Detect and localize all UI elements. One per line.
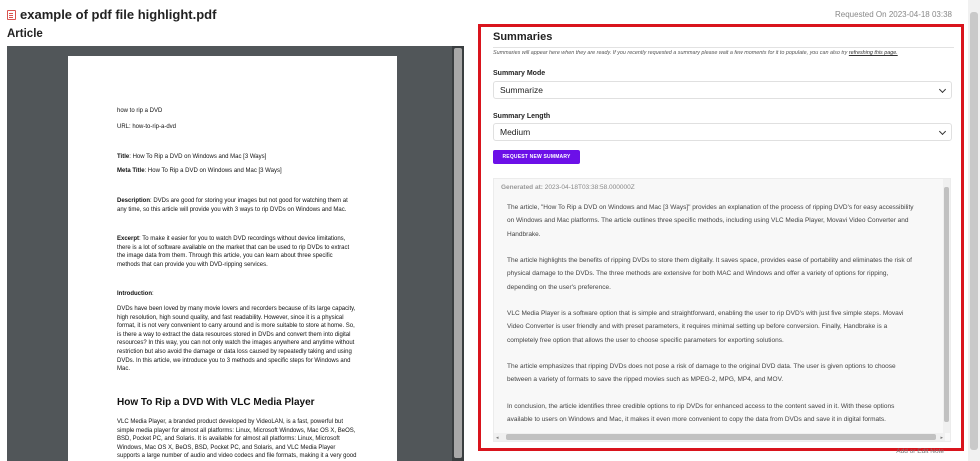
page-scrollbar-thumb[interactable] — [970, 12, 978, 450]
pdf-intro-line: Mac. — [117, 366, 131, 373]
request-new-summary-button[interactable]: REQUEST NEW SUMMARY — [493, 150, 580, 164]
summary-length-value: Medium — [500, 127, 531, 137]
pdf-excerpt-line: there is a lot of software available on … — [117, 244, 350, 251]
pdf-excerpt-line: Excerpt: To make it easier for you to wa… — [117, 236, 346, 242]
summaries-panel: Summaries Summaries will appear here whe… — [478, 24, 964, 451]
pdf-intro-line: is there a way to extract the data resou… — [117, 331, 351, 338]
refresh-page-link[interactable]: refreshing this page. — [849, 50, 898, 56]
pdf-intro-line: high resolution, high sound quality, and… — [117, 314, 344, 321]
pdf-text-line: URL: how-to-rip-a-dvd — [117, 124, 177, 130]
pdf-scrollbar-thumb[interactable] — [454, 48, 462, 458]
summaries-title: Summaries — [493, 31, 553, 43]
summary-length-label: Summary Length — [493, 113, 551, 120]
pdf-description-line: Description: DVDs are good for storing y… — [117, 198, 348, 204]
page-scrollbar[interactable] — [968, 0, 980, 461]
pdf-intro-line: format, it is not very convenient to car… — [117, 323, 355, 330]
pdf-scrollbar[interactable] — [452, 46, 464, 461]
pdf-page: how to rip a DVD URL: how-to-rip-a-dvd T… — [68, 56, 397, 461]
pdf-section-heading: How To Rip a DVD With VLC Media Player — [117, 397, 315, 408]
pdf-section-line: VLC Media Player, a branded product deve… — [117, 419, 344, 425]
generated-at: Generated at: 2023-04-18T03:38:58.000000… — [501, 184, 635, 191]
scroll-right-arrow-icon[interactable]: ▸ — [940, 435, 943, 441]
summary-mode-label: Summary Mode — [493, 70, 546, 77]
summary-paragraph: VLC Media Player is a software option th… — [507, 310, 904, 344]
summary-length-select[interactable]: Medium — [493, 123, 952, 141]
summary-content[interactable]: Generated at: 2023-04-18T03:38:58.000000… — [493, 178, 951, 442]
scroll-left-arrow-icon[interactable]: ◂ — [496, 435, 499, 441]
pdf-text-line: how to rip a DVD — [117, 108, 163, 114]
summary-paragraph: In conclusion, the article identifies th… — [507, 403, 895, 424]
pdf-intro-line: resources? In this way, you can not only… — [117, 340, 355, 347]
summary-horizontal-scrollbar-thumb[interactable] — [506, 434, 936, 440]
pdf-title-line: Title: How To Rip a DVD on Windows and M… — [117, 154, 267, 160]
pdf-intro-line: DVDs. In this article, we introduce you … — [117, 357, 351, 364]
summary-vertical-scrollbar-thumb[interactable] — [944, 187, 949, 422]
summaries-notice: Summaries will appear here when they are… — [493, 50, 898, 56]
pdf-meta-title-line: Meta Title: How To Rip a DVD on Windows … — [117, 168, 282, 174]
summary-paragraph: The article emphasizes that ripping DVDs… — [507, 363, 896, 384]
pdf-section-line: Windows, Mac OS X, BeOS, BSD, Pocket PC,… — [117, 444, 336, 451]
pdf-section-line: simple media player for almost all platf… — [117, 427, 356, 434]
pdf-excerpt-line: the image data from them. Through this a… — [117, 253, 333, 260]
pdf-description-line: any time, so this article will provide y… — [117, 206, 347, 213]
summary-mode-value: Summarize — [500, 85, 543, 95]
pdf-viewer[interactable]: how to rip a DVD URL: how-to-rip-a-dvd T… — [7, 46, 464, 461]
article-heading: Article — [7, 28, 43, 40]
pdf-section-line: supports a large number of audio and vid… — [117, 453, 357, 460]
summary-paragraph: The article, "How To Rip a DVD on Window… — [507, 204, 914, 238]
chevron-down-icon — [938, 127, 947, 136]
pdf-intro-line: DVDs have been loved by many movie lover… — [117, 306, 356, 312]
divider — [493, 47, 954, 48]
summary-vertical-scrollbar[interactable] — [943, 179, 950, 433]
summary-mode-select[interactable]: Summarize — [493, 81, 952, 99]
pdf-section-line: BSD, Pocket PC, and Solaris. It is avail… — [117, 436, 340, 443]
summary-horizontal-scrollbar[interactable]: ◂ ▸ — [494, 433, 945, 441]
pdf-intro-line: restriction but also avoid the damage or… — [117, 349, 352, 355]
add-edit-note-link[interactable]: Add or Edit Note — [896, 448, 944, 455]
summary-paragraph: The article highlights the benefits of r… — [507, 257, 912, 291]
file-title: example of pdf file highlight.pdf — [20, 7, 217, 22]
requested-on: Requested On 2023-04-18 03:38 — [835, 10, 952, 19]
pdf-introduction-label: Introduction: — [117, 291, 154, 297]
pdf-file-icon — [7, 10, 16, 20]
chevron-down-icon — [938, 85, 947, 94]
pdf-excerpt-line: methods that can provide you with DVD-ri… — [117, 261, 268, 268]
